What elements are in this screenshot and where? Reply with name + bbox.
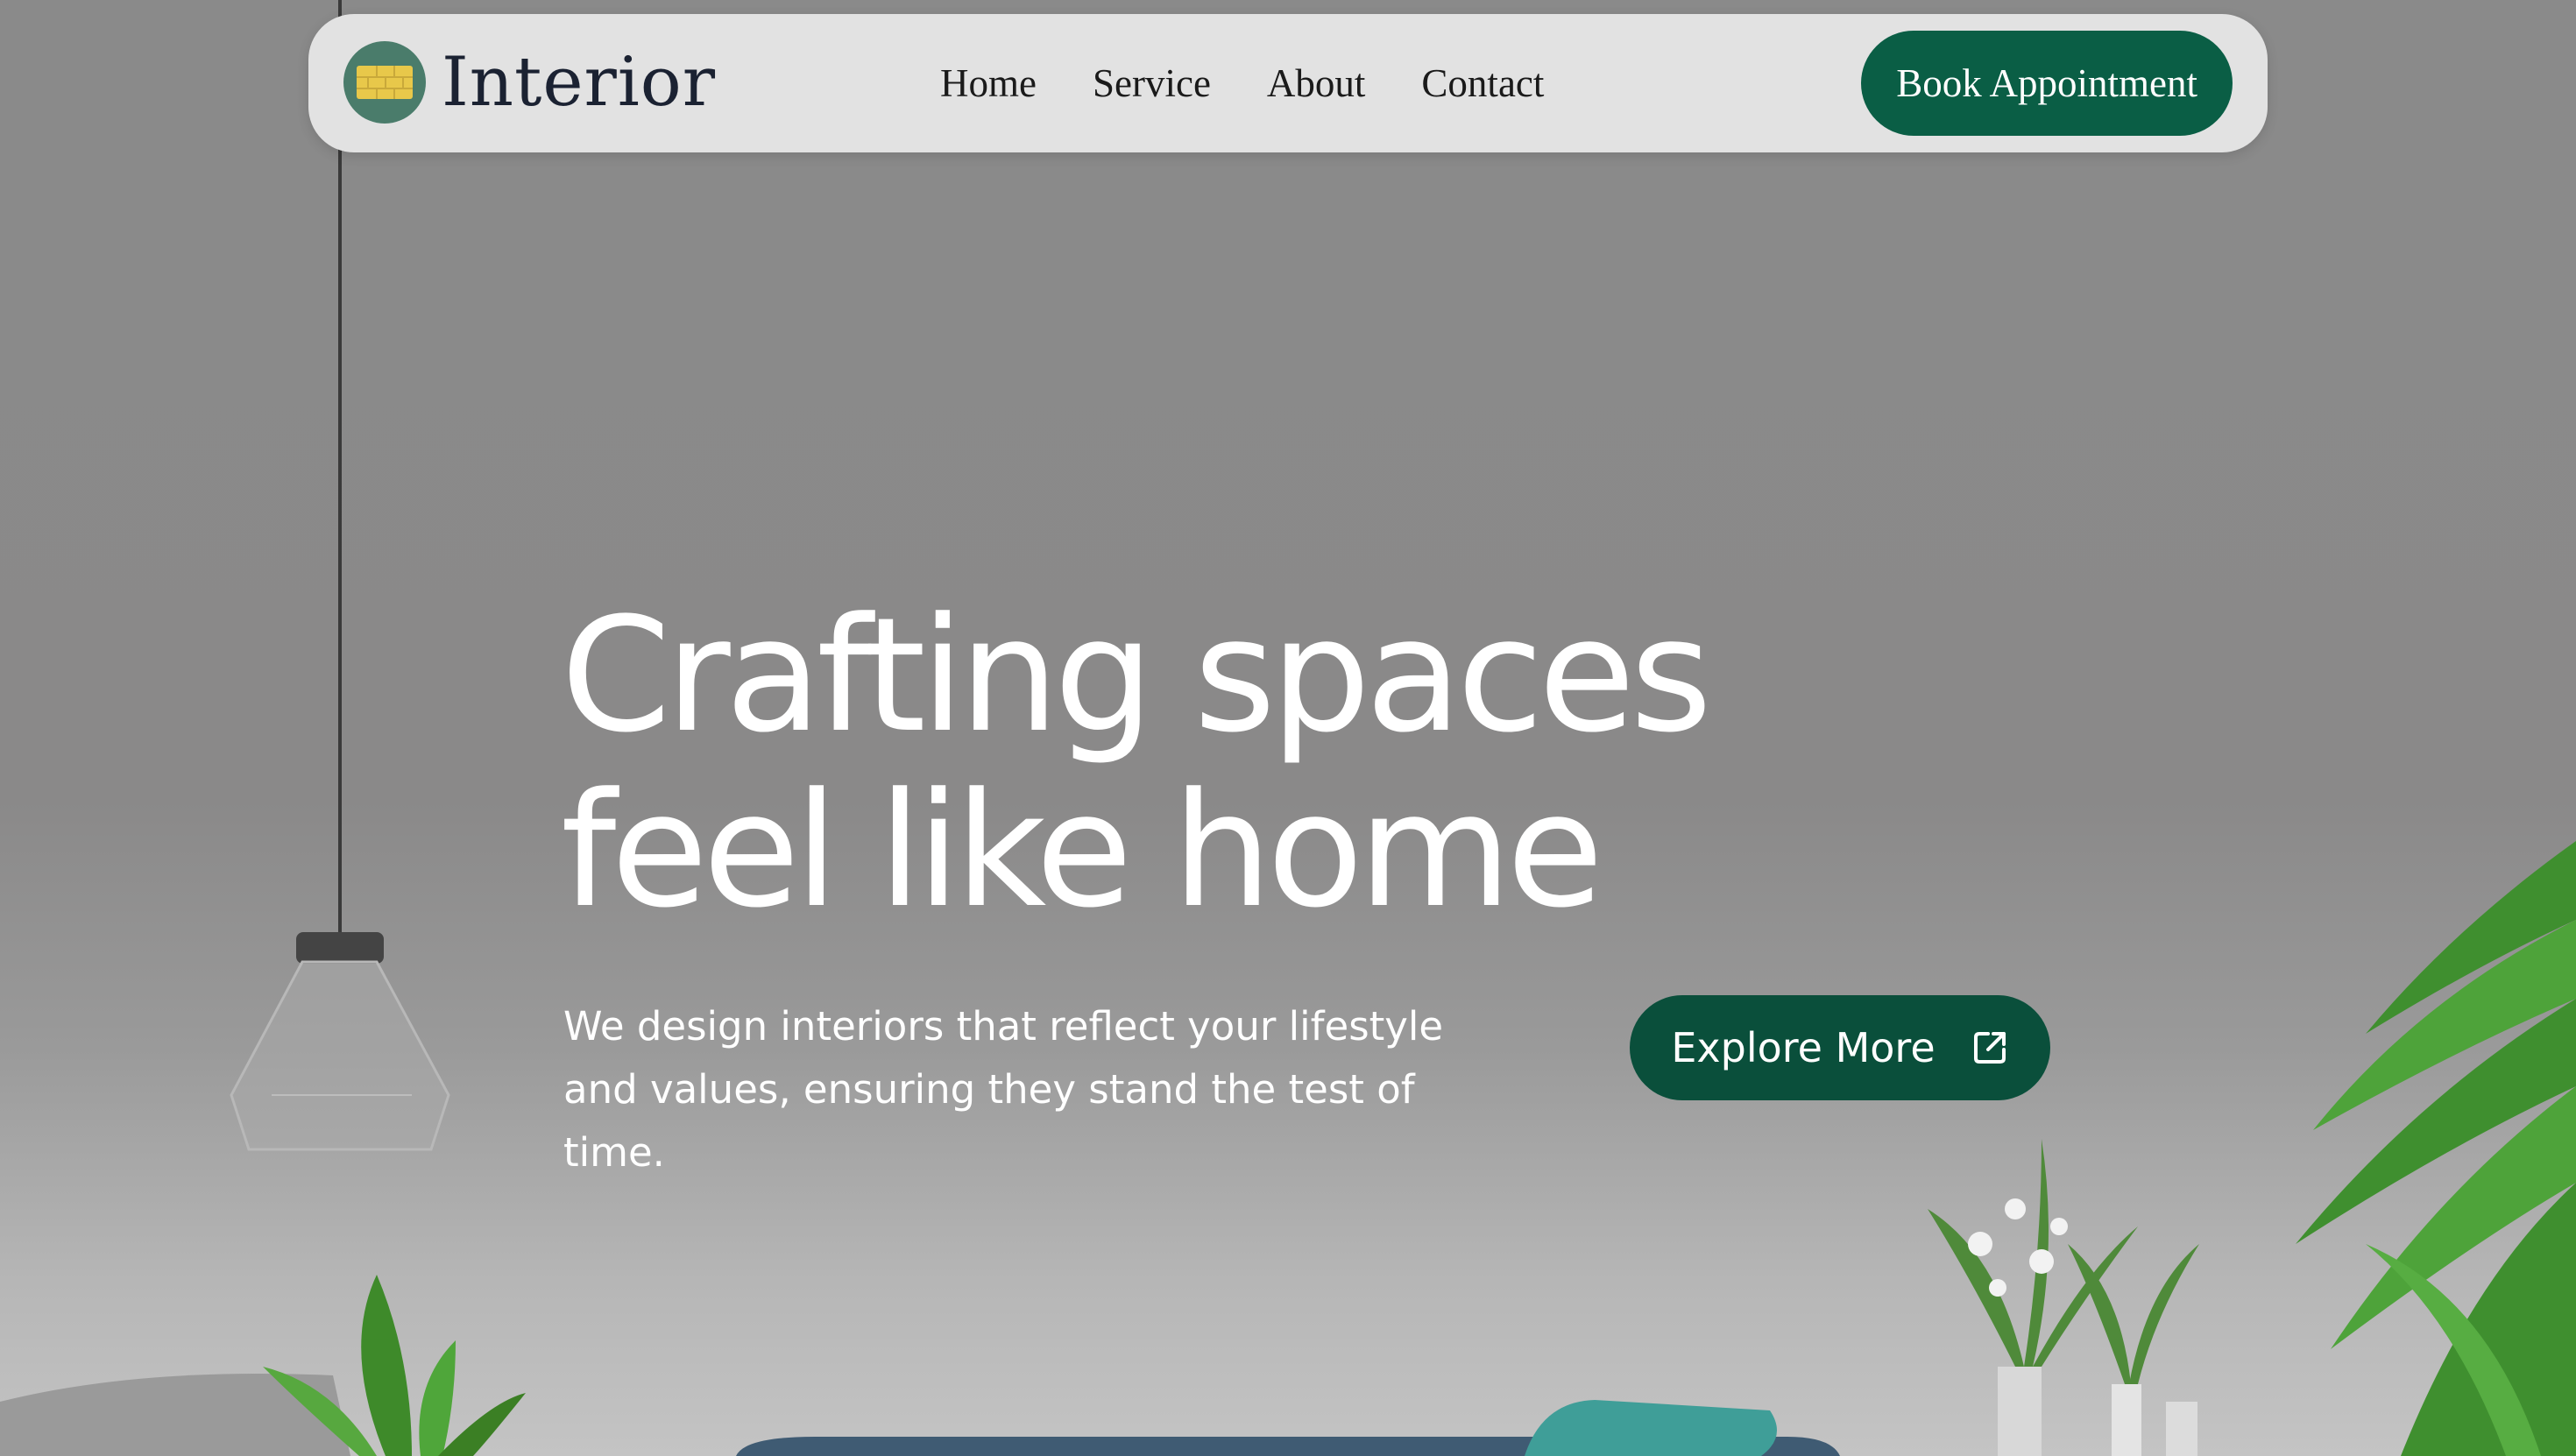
nav-link-home[interactable]: Home [940, 60, 1037, 106]
palm-right [2296, 841, 2576, 1456]
book-appointment-button[interactable]: Book Appointment [1861, 31, 2233, 136]
headline-line-2: feel like home [561, 760, 1603, 943]
nav-link-about[interactable]: About [1267, 60, 1366, 106]
plant-right-small [1928, 1139, 2199, 1384]
nav-menu: Home Service About Contact [940, 14, 1600, 152]
nav-link-contact[interactable]: Contact [1421, 60, 1544, 106]
brand-logo[interactable]: Interior [343, 41, 716, 124]
lamp-shade [230, 960, 450, 1151]
headline-line-1: Crafting spaces [561, 584, 1712, 767]
nav-link-service[interactable]: Service [1093, 60, 1211, 106]
external-link-icon [1971, 1028, 2009, 1067]
hero-headline: Crafting spaces feel like home [561, 589, 1787, 939]
vase-white [1998, 1367, 2042, 1456]
lamp-cap [296, 932, 384, 964]
brick-wall-icon [343, 41, 426, 124]
explore-more-button[interactable]: Explore More [1630, 995, 2050, 1100]
explore-more-label: Explore More [1671, 1024, 1936, 1071]
top-navbar: Interior Home Service About Contact Book… [308, 14, 2268, 152]
hero-description: We design interiors that reflect your li… [563, 1003, 1444, 1176]
brand-name: Interior [442, 43, 717, 122]
cushion-teal [1525, 1400, 1777, 1456]
